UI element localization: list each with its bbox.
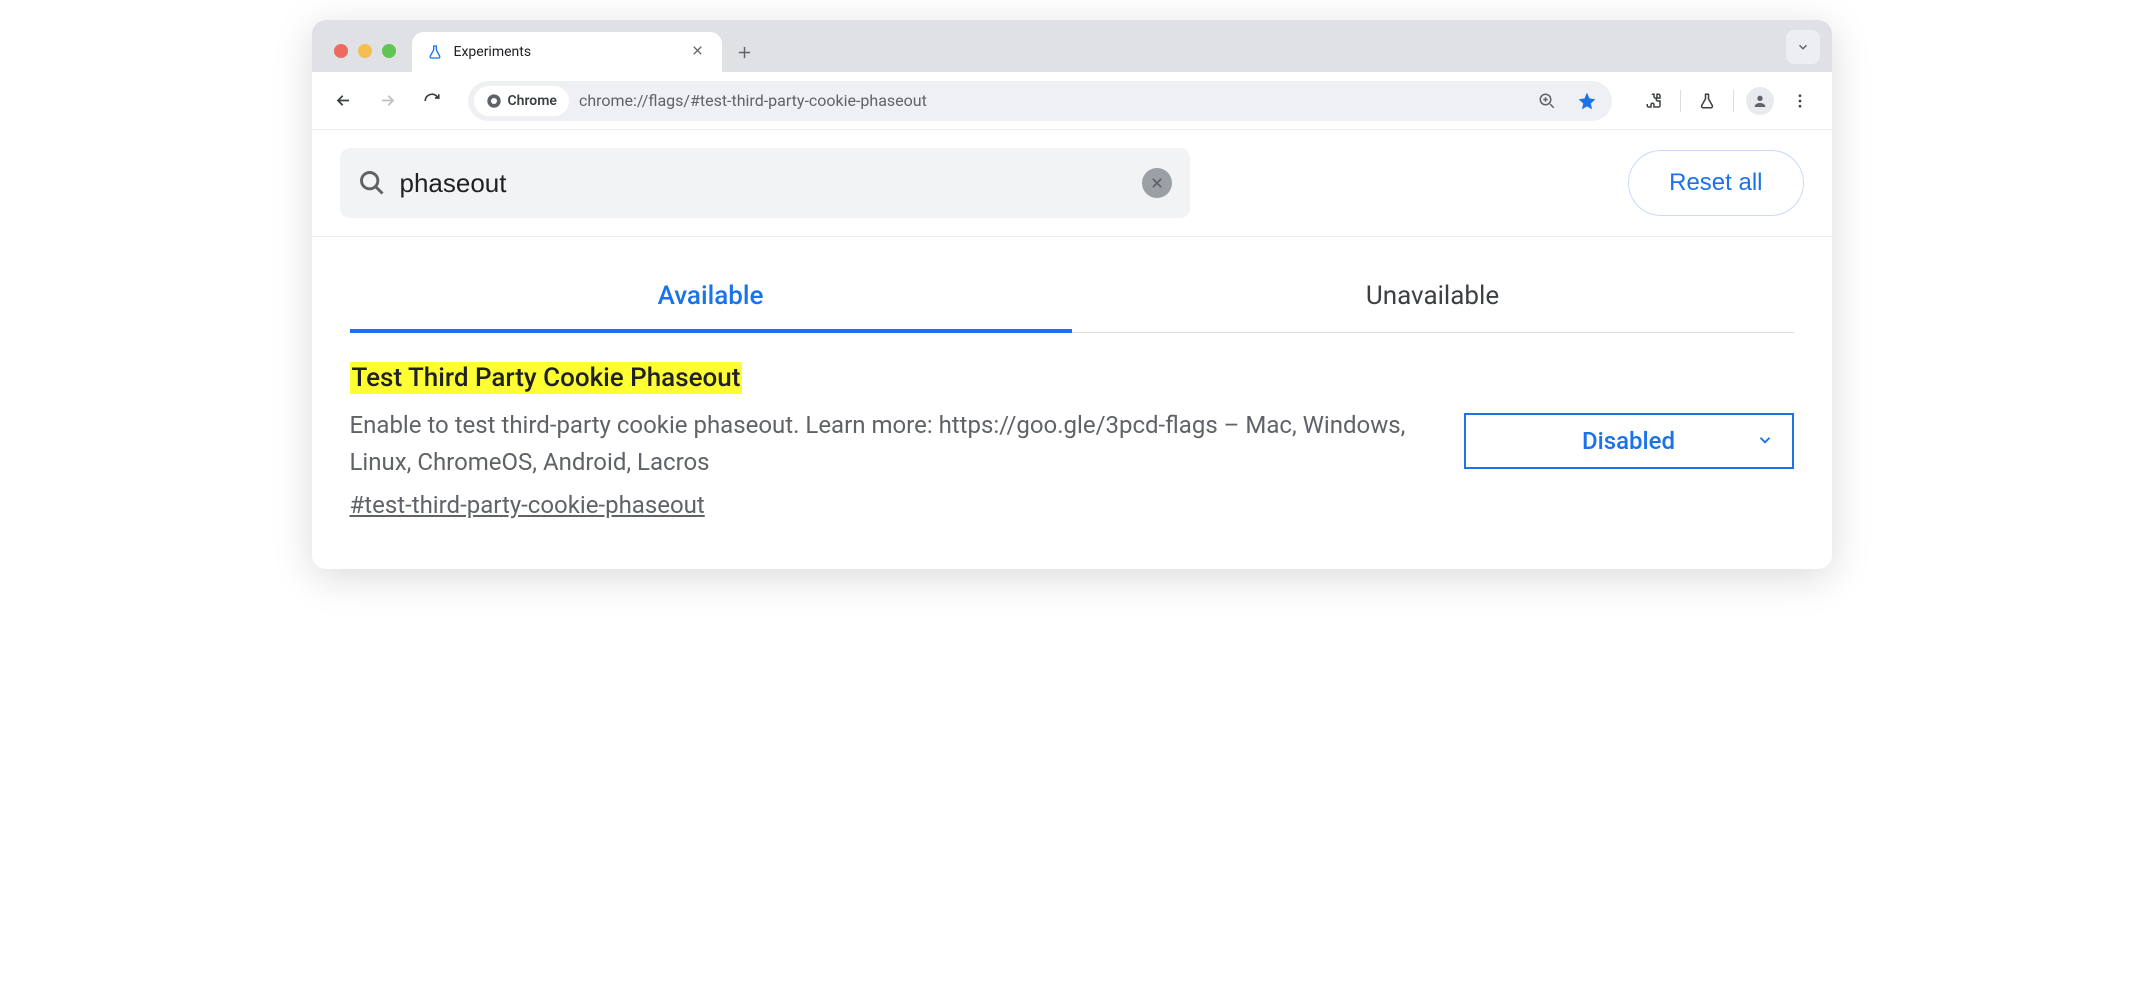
search-input[interactable] (400, 168, 1128, 199)
tab-strip: Experiments (312, 20, 1832, 72)
back-button[interactable] (326, 83, 362, 119)
page-tabs: Available Unavailable (350, 267, 1794, 333)
new-tab-button[interactable] (728, 35, 762, 69)
reset-all-button[interactable]: Reset all (1628, 150, 1803, 216)
profile-button[interactable] (1742, 83, 1778, 119)
window-controls (326, 44, 406, 72)
browser-window: Experiments Chrome chrome://flags/# (312, 20, 1832, 569)
kebab-menu-button[interactable] (1782, 83, 1818, 119)
zoom-icon[interactable] (1532, 92, 1562, 110)
page-content: Reset all Available Unavailable Test Thi… (312, 130, 1832, 569)
browser-tab[interactable]: Experiments (412, 32, 722, 72)
tab-list-button[interactable] (1786, 30, 1820, 64)
flask-icon (426, 43, 444, 61)
close-tab-button[interactable] (687, 39, 708, 65)
chrome-icon (486, 93, 502, 109)
tab-unavailable[interactable]: Unavailable (1072, 267, 1794, 332)
extensions-button[interactable] (1636, 83, 1672, 119)
forward-button[interactable] (370, 83, 406, 119)
flag-state-value: Disabled (1582, 427, 1675, 455)
avatar-icon (1746, 87, 1774, 115)
fullscreen-window-button[interactable] (382, 44, 396, 58)
omnibox-site-chip[interactable]: Chrome (474, 86, 569, 116)
omnibox-url: chrome://flags/#test-third-party-cookie-… (579, 91, 1522, 110)
tab-available[interactable]: Available (350, 267, 1072, 333)
flag-hash-link[interactable]: #test-third-party-cookie-phaseout (350, 491, 705, 519)
tab-title: Experiments (454, 44, 677, 60)
bookmark-star-icon[interactable] (1572, 91, 1602, 111)
flag-state-select[interactable]: Disabled (1464, 413, 1794, 469)
search-icon (358, 169, 386, 197)
chevron-down-icon (1756, 427, 1774, 455)
flag-title: Test Third Party Cookie Phaseout (350, 362, 743, 394)
flag-text: Test Third Party Cookie Phaseout Enable … (350, 363, 1424, 519)
close-window-button[interactable] (334, 44, 348, 58)
search-box[interactable] (340, 148, 1190, 218)
clear-search-button[interactable] (1142, 168, 1172, 198)
search-header: Reset all (312, 130, 1832, 237)
browser-toolbar: Chrome chrome://flags/#test-third-party-… (312, 72, 1832, 130)
flag-description: Enable to test third-party cookie phaseo… (350, 407, 1424, 481)
omnibox-chip-label: Chrome (508, 93, 557, 109)
toolbar-actions (1636, 83, 1818, 119)
separator (1680, 90, 1681, 112)
labs-button[interactable] (1689, 83, 1725, 119)
separator (1733, 90, 1734, 112)
reload-button[interactable] (414, 83, 450, 119)
omnibox[interactable]: Chrome chrome://flags/#test-third-party-… (468, 81, 1612, 121)
flag-item: Test Third Party Cookie Phaseout Enable … (312, 333, 1832, 569)
minimize-window-button[interactable] (358, 44, 372, 58)
